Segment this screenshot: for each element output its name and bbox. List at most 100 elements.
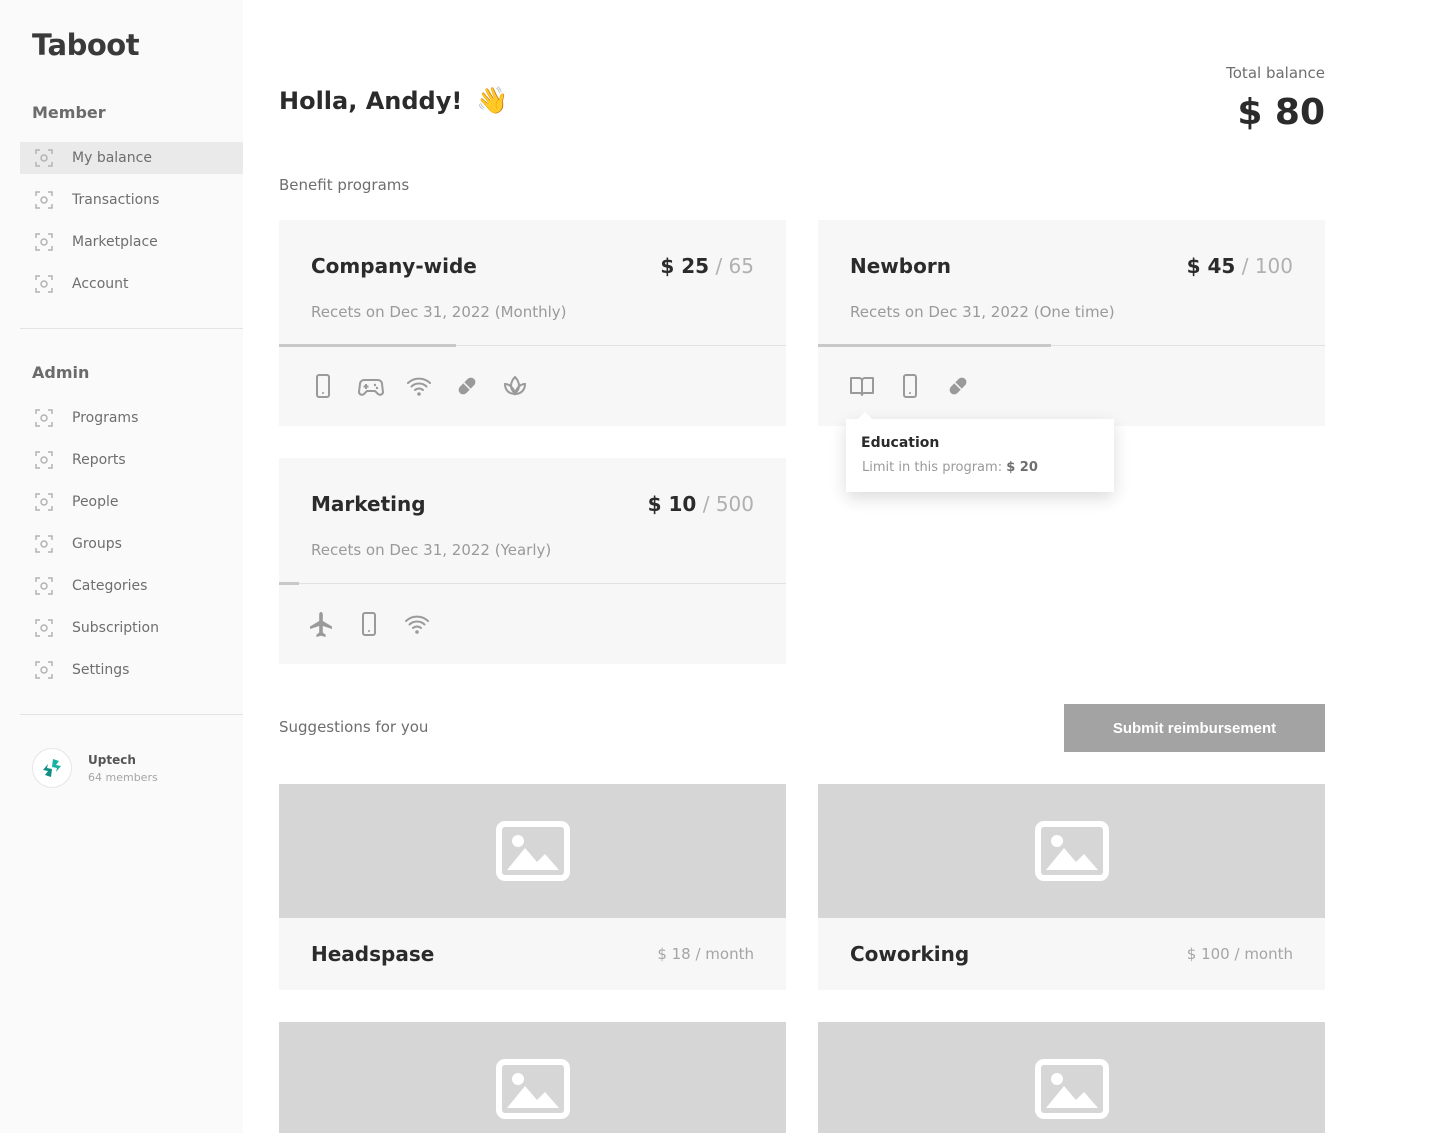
placeholder-icon bbox=[34, 660, 54, 680]
sidebar-item-label: My balance bbox=[72, 150, 152, 166]
pill-icon[interactable] bbox=[453, 372, 481, 400]
sidebar-item-label: Settings bbox=[72, 662, 130, 678]
suggestion-price: $ 18 / month bbox=[657, 945, 754, 963]
phone-icon[interactable] bbox=[355, 610, 383, 638]
suggestion-card[interactable] bbox=[818, 1022, 1325, 1133]
suggestion-image bbox=[818, 784, 1325, 918]
sidebar-item-subscription[interactable]: Subscription bbox=[20, 612, 243, 644]
suggestion-name: Headspase bbox=[311, 942, 435, 966]
sidebar-item-transactions[interactable]: Transactions bbox=[20, 184, 243, 216]
program-amount: $ 25 / 65 bbox=[660, 254, 754, 278]
image-placeholder-icon bbox=[1035, 821, 1109, 881]
suggestion-image bbox=[279, 1022, 786, 1133]
member-section-title: Member bbox=[32, 103, 106, 122]
gamepad-icon[interactable] bbox=[357, 372, 385, 400]
placeholder-icon bbox=[34, 274, 54, 294]
total-balance-label: Total balance bbox=[1226, 64, 1325, 82]
suggestion-card-coworking[interactable]: Coworking $ 100 / month bbox=[818, 784, 1325, 990]
tooltip-title: Education bbox=[861, 435, 940, 451]
sidebar: Taboot Member My balance Transactions Ma… bbox=[0, 0, 243, 1133]
pill-icon[interactable] bbox=[944, 372, 972, 400]
tooltip-limit: Limit in this program: $ 20 bbox=[862, 460, 1038, 475]
suggestion-name: Coworking bbox=[850, 942, 970, 966]
image-placeholder-icon bbox=[496, 1059, 570, 1119]
program-reset-date: Recets on Dec 31, 2022 (Monthly) bbox=[311, 303, 567, 321]
sidebar-item-categories[interactable]: Categories bbox=[20, 570, 243, 602]
org-name: Uptech bbox=[88, 752, 136, 767]
uptech-logo-icon bbox=[43, 759, 61, 777]
program-title: Newborn bbox=[850, 254, 951, 278]
sidebar-item-marketplace[interactable]: Marketplace bbox=[20, 226, 243, 258]
lotus-icon[interactable] bbox=[501, 372, 529, 400]
suggestion-price: $ 100 / month bbox=[1186, 945, 1293, 963]
benefit-programs-title: Benefit programs bbox=[279, 176, 410, 194]
tooltip-limit-value: $ 20 bbox=[1006, 460, 1038, 475]
program-title: Company-wide bbox=[311, 254, 477, 278]
program-card-newborn[interactable]: Newborn $ 45 / 100 Recets on Dec 31, 202… bbox=[818, 220, 1325, 426]
suggestions-title: Suggestions for you bbox=[279, 718, 429, 736]
sidebar-item-label: People bbox=[72, 494, 119, 510]
suggestion-image bbox=[279, 784, 786, 918]
program-progress-bar bbox=[279, 344, 457, 347]
program-categories bbox=[848, 372, 992, 400]
card-divider bbox=[279, 583, 786, 584]
greeting-text: Holla, Anddy! bbox=[279, 87, 463, 115]
greeting-heading: Holla, Anddy! 👋 bbox=[279, 86, 509, 116]
sidebar-item-groups[interactable]: Groups bbox=[20, 528, 243, 560]
sidebar-item-label: Transactions bbox=[72, 192, 160, 208]
placeholder-icon bbox=[34, 190, 54, 210]
placeholder-icon bbox=[34, 450, 54, 470]
category-tooltip: Education Limit in this program: $ 20 bbox=[846, 412, 1114, 492]
sidebar-item-settings[interactable]: Settings bbox=[20, 654, 243, 686]
program-card-company-wide[interactable]: Company-wide $ 25 / 65 Recets on Dec 31,… bbox=[279, 220, 786, 426]
placeholder-icon bbox=[34, 148, 54, 168]
airplane-icon[interactable] bbox=[307, 610, 335, 638]
program-limit: / 65 bbox=[709, 254, 754, 278]
org-members-count: 64 members bbox=[88, 770, 158, 784]
suggestion-card[interactable] bbox=[279, 1022, 786, 1133]
sidebar-item-reports[interactable]: Reports bbox=[20, 444, 243, 476]
placeholder-icon bbox=[34, 232, 54, 252]
placeholder-icon bbox=[34, 576, 54, 596]
program-title: Marketing bbox=[311, 492, 426, 516]
placeholder-icon bbox=[34, 534, 54, 554]
sidebar-item-programs[interactable]: Programs bbox=[20, 402, 243, 434]
sidebar-item-label: Categories bbox=[72, 578, 148, 594]
sidebar-item-account[interactable]: Account bbox=[20, 268, 243, 300]
phone-icon[interactable] bbox=[309, 372, 337, 400]
sidebar-item-people[interactable]: People bbox=[20, 486, 243, 518]
wifi-icon[interactable] bbox=[405, 372, 433, 400]
org-avatar bbox=[32, 748, 72, 788]
submit-reimbursement-button[interactable]: Submit reimbursement bbox=[1064, 704, 1325, 752]
sidebar-item-label: Groups bbox=[72, 536, 122, 552]
image-placeholder-icon bbox=[496, 821, 570, 881]
placeholder-icon bbox=[34, 492, 54, 512]
sidebar-item-label: Reports bbox=[72, 452, 126, 468]
book-icon[interactable] bbox=[848, 372, 876, 400]
program-amount: $ 10 / 500 bbox=[648, 492, 754, 516]
sidebar-item-label: Account bbox=[72, 276, 129, 292]
wifi-icon[interactable] bbox=[403, 610, 431, 638]
program-limit: / 100 bbox=[1235, 254, 1293, 278]
program-card-marketing[interactable]: Marketing $ 10 / 500 Recets on Dec 31, 2… bbox=[279, 458, 786, 664]
suggestion-image bbox=[818, 1022, 1325, 1133]
organization-switcher[interactable]: Uptech 64 members bbox=[32, 748, 158, 788]
sidebar-item-label: Subscription bbox=[72, 620, 159, 636]
program-categories bbox=[307, 610, 451, 638]
sidebar-item-label: Programs bbox=[72, 410, 139, 426]
admin-section-title: Admin bbox=[32, 363, 90, 382]
waving-hand-icon: 👋 bbox=[476, 86, 509, 116]
suggestion-card-headspase[interactable]: Headspase $ 18 / month bbox=[279, 784, 786, 990]
program-spent: $ 25 bbox=[660, 254, 710, 278]
program-spent: $ 10 bbox=[647, 492, 697, 516]
tooltip-limit-label: Limit in this program: bbox=[862, 460, 1007, 475]
sidebar-divider bbox=[20, 328, 243, 329]
sidebar-item-my-balance[interactable]: My balance bbox=[20, 142, 243, 174]
sidebar-divider bbox=[20, 714, 243, 715]
program-spent: $ 45 bbox=[1186, 254, 1236, 278]
phone-icon[interactable] bbox=[896, 372, 924, 400]
program-progress-bar bbox=[818, 344, 1052, 347]
image-placeholder-icon bbox=[1035, 1059, 1109, 1119]
program-reset-date: Recets on Dec 31, 2022 (One time) bbox=[850, 303, 1115, 321]
total-balance-value: $ 80 bbox=[1237, 92, 1325, 133]
